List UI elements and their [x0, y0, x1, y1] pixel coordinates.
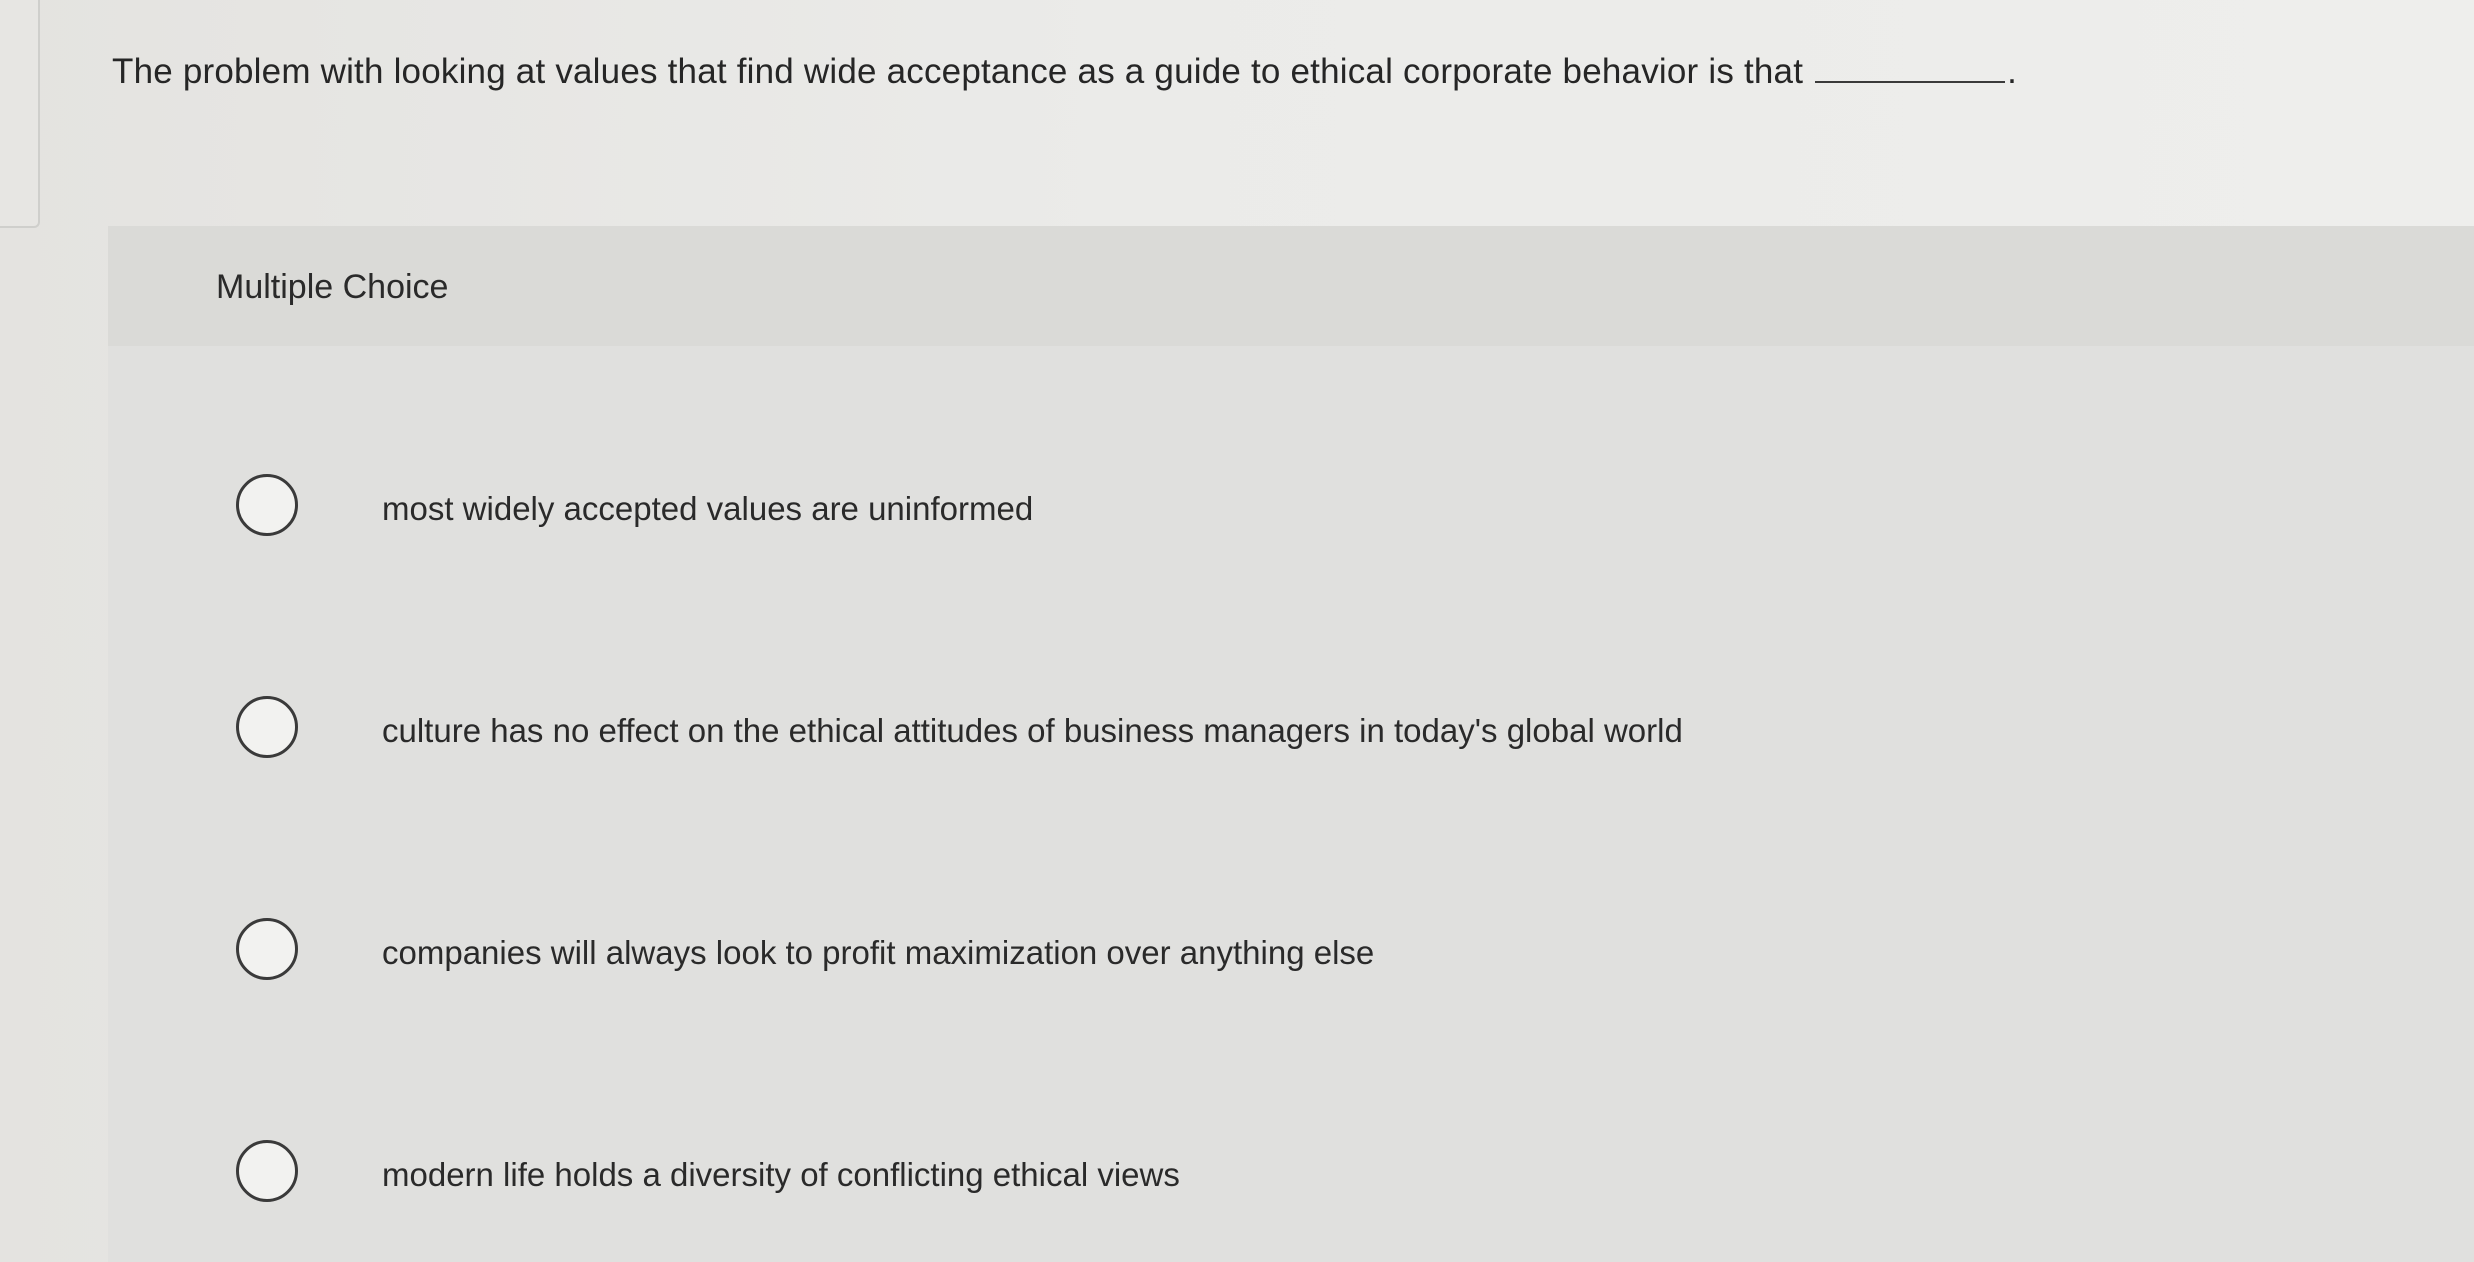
quiz-page: The problem with looking at values that …	[0, 0, 2474, 1262]
radio-button-2[interactable]	[236, 696, 298, 758]
answer-option-2[interactable]: culture has no effect on the ethical att…	[108, 630, 2474, 758]
answer-option-label-3: companies will always look to profit max…	[382, 934, 1375, 971]
question-text: The problem with looking at values that …	[112, 52, 1804, 91]
multiple-choice-panel: Multiple Choice most widely accepted val…	[108, 226, 2474, 1262]
panel-header: Multiple Choice	[108, 226, 2474, 346]
answer-blank	[1815, 49, 2006, 83]
answer-option-label-1: most widely accepted values are uninform…	[382, 490, 1034, 527]
answer-option-label-2: culture has no effect on the ethical att…	[382, 712, 1683, 749]
answer-option-label-4: modern life holds a diversity of conflic…	[382, 1156, 1180, 1193]
answer-option-4[interactable]: modern life holds a diversity of conflic…	[108, 1078, 2474, 1202]
question-prompt: The problem with looking at values that …	[112, 48, 2262, 96]
question-type-label: Multiple Choice	[216, 268, 449, 306]
radio-button-3[interactable]	[236, 918, 298, 980]
answer-option-1[interactable]: most widely accepted values are uninform…	[108, 406, 2474, 536]
question-period: .	[2007, 52, 2018, 91]
answer-option-3[interactable]: companies will always look to profit max…	[108, 854, 2474, 980]
radio-button-1[interactable]	[236, 474, 298, 536]
radio-button-4[interactable]	[236, 1140, 298, 1202]
side-panel-tab[interactable]	[0, 0, 40, 228]
